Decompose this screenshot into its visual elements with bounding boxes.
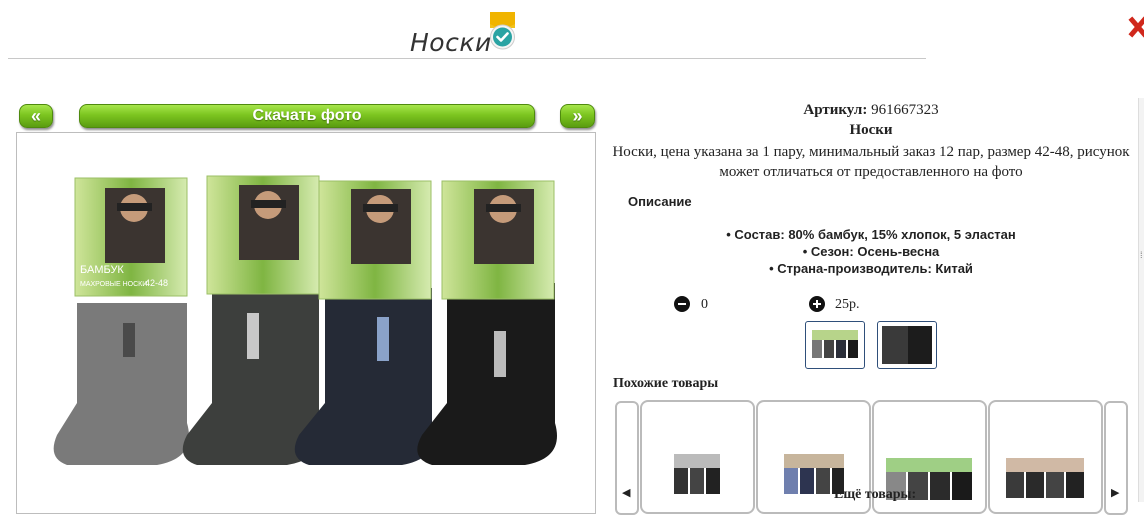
minus-circle-icon[interactable] — [674, 296, 690, 312]
sku-value: 961667323 — [871, 102, 939, 118]
carousel-prev-button[interactable]: ◀ — [615, 401, 639, 515]
similar-product-image — [1006, 458, 1084, 498]
color-thumbnail-1[interactable] — [805, 321, 865, 369]
package-brand-text: БАМБУК — [80, 264, 124, 276]
more-products-label: Ещё товары: — [834, 487, 917, 502]
close-icon[interactable] — [1128, 14, 1144, 44]
spec-list: Состав: 80% бамбук, 15% хлопок, 5 эласта… — [606, 226, 1136, 277]
page-title: Носки — [410, 28, 492, 57]
product-description: Носки, цена указана за 1 пару, минимальн… — [612, 144, 1130, 180]
product-photo[interactable]: БАМБУК МАХРОВЫЕ НОСКИ 42-48 — [47, 173, 567, 473]
package-size-text: 42-48 — [145, 278, 168, 288]
product-name: Носки — [849, 122, 893, 138]
spec-composition: Состав: 80% бамбук, 15% хлопок, 5 эласта… — [606, 226, 1136, 243]
similar-product-card[interactable] — [640, 400, 755, 514]
spec-country: Страна-производитель: Китай — [606, 260, 1136, 277]
color-thumbnail-2[interactable] — [877, 321, 937, 369]
quantity-value: 0 — [701, 297, 708, 312]
similar-heading: Похожие товары — [613, 376, 719, 391]
spec-season: Сезон: Осень-весна — [606, 243, 1136, 260]
arrow-right-icon: ▶ — [1111, 487, 1120, 499]
sku-label: Артикул: — [803, 102, 868, 118]
thumbnail-image — [882, 326, 932, 364]
page-scrollbar[interactable] — [1138, 98, 1144, 502]
next-photo-button[interactable]: » — [560, 104, 595, 128]
price: 25р. — [835, 297, 860, 312]
similar-product-card[interactable] — [988, 400, 1103, 514]
product-photo-frame: БАМБУК МАХРОВЫЕ НОСКИ 42-48 — [16, 132, 596, 514]
arrow-left-icon: ◀ — [622, 487, 631, 499]
description-heading: Описание — [628, 194, 692, 209]
verified-check-icon — [490, 12, 515, 50]
package-subtitle-text: МАХРОВЫЕ НОСКИ — [80, 281, 147, 288]
download-photo-button[interactable]: Скачать фото — [79, 104, 535, 128]
scroll-marker: ⁞ — [1140, 250, 1143, 260]
carousel-next-button[interactable]: ▶ — [1104, 401, 1128, 515]
sku-line: Артикул: 961667323 — [606, 102, 1136, 119]
plus-circle-icon[interactable] — [809, 296, 825, 312]
previous-photo-button[interactable]: « — [19, 104, 53, 128]
thumbnail-image — [812, 330, 858, 358]
title-divider — [8, 58, 926, 59]
similar-product-image — [674, 454, 720, 494]
